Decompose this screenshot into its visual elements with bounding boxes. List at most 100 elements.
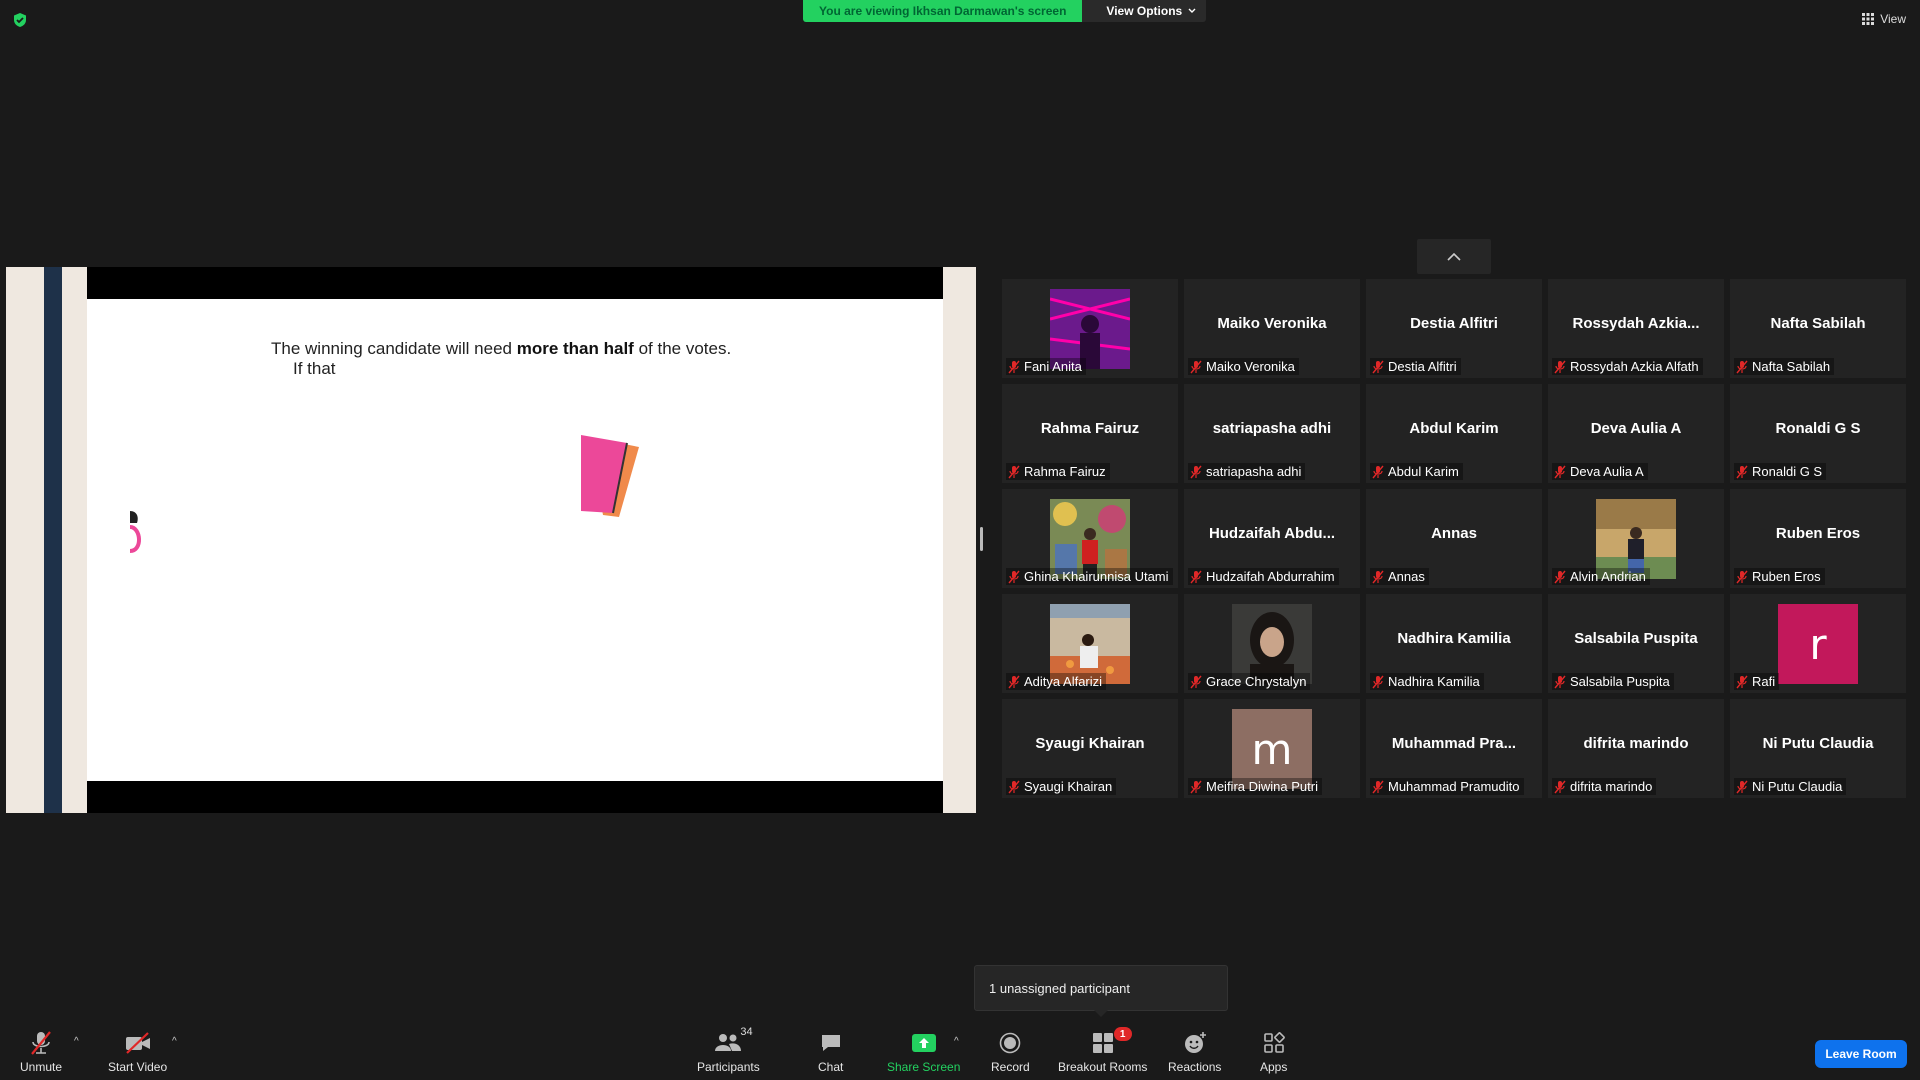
mic-muted-icon <box>1190 465 1202 478</box>
view-options-button[interactable]: View Options <box>1082 0 1207 22</box>
participant-tile[interactable]: r Rafi <box>1730 594 1906 693</box>
participant-tile[interactable]: Ruben Eros Ruben Eros <box>1730 489 1906 588</box>
participant-tile[interactable]: Fani Anita <box>1002 279 1178 378</box>
gallery-scroll-up-button[interactable] <box>1417 239 1491 274</box>
participant-display-name: Muhammad Pra... <box>1391 735 1517 752</box>
participant-tile[interactable]: Abdul Karim Abdul Karim <box>1366 384 1542 483</box>
participant-display-name: Syaugi Khairan <box>1035 735 1145 752</box>
mic-muted-icon <box>1736 570 1748 583</box>
participant-tile[interactable]: Hudzaifah Abdu... Hudzaifah Abdurrahim <box>1184 489 1360 588</box>
participant-name-tag: Salsabila Puspita <box>1552 673 1674 690</box>
participant-name: Meifira Diwina Putri <box>1206 779 1318 794</box>
participant-name: Ghina Khairunnisa Utami <box>1024 569 1169 584</box>
participant-display-name: Ni Putu Claudia <box>1762 735 1874 752</box>
chat-bubble-icon <box>821 1035 840 1051</box>
participant-name-tag: satriapasha adhi <box>1188 463 1306 480</box>
participant-tile[interactable]: Rossydah Azkia... Rossydah Azkia Alfath <box>1548 279 1724 378</box>
shared-screen[interactable]: The winning candidate will need more tha… <box>6 267 976 813</box>
apps-label: Apps <box>1260 1060 1288 1074</box>
avatar: r <box>1778 604 1858 684</box>
record-button[interactable]: Record <box>991 1030 1030 1074</box>
participant-tile[interactable]: Salsabila Puspita Salsabila Puspita <box>1548 594 1724 693</box>
participant-name-tag: Syaugi Khairan <box>1006 778 1117 795</box>
encryption-shield-icon[interactable] <box>12 12 28 28</box>
participant-name-tag: Fani Anita <box>1006 358 1086 375</box>
participant-name-tag: Ni Putu Claudia <box>1734 778 1847 795</box>
share-screen-icon <box>911 1034 936 1052</box>
audio-options-caret-icon[interactable]: ^ <box>74 1036 79 1047</box>
resize-handle[interactable] <box>980 527 983 551</box>
mic-muted-icon <box>1008 360 1020 373</box>
participant-display-name: Hudzaifah Abdu... <box>1208 525 1336 542</box>
participant-name: Ronaldi G S <box>1752 464 1823 479</box>
mic-muted-icon <box>1190 780 1202 793</box>
participant-name-tag: Annas <box>1370 568 1429 585</box>
participant-name-tag: Ronaldi G S <box>1734 463 1827 480</box>
participant-tile[interactable]: Annas Annas <box>1366 489 1542 588</box>
participant-tile[interactable]: Muhammad Pra... Muhammad Pramudito <box>1366 699 1542 798</box>
mic-muted-icon <box>1554 675 1566 688</box>
participant-display-name: Deva Aulia A <box>1590 420 1682 437</box>
unmute-button[interactable]: Unmute <box>20 1030 62 1074</box>
participant-name-tag: Nadhira Kamilia <box>1370 673 1484 690</box>
slide-side-stripe <box>44 267 62 813</box>
participant-display-name: Nadhira Kamilia <box>1397 630 1511 647</box>
participant-name-tag: Grace Chrystalyn <box>1188 673 1311 690</box>
participant-name-tag: Destia Alfitri <box>1370 358 1461 375</box>
participant-display-name: Nafta Sabilah <box>1770 315 1866 332</box>
participant-video <box>1050 604 1130 684</box>
participant-tile[interactable]: Alvin Andrian <box>1548 489 1724 588</box>
participant-tile[interactable]: Ni Putu Claudia Ni Putu Claudia <box>1730 699 1906 798</box>
video-options-caret-icon[interactable]: ^ <box>172 1036 177 1047</box>
grid-icon <box>1862 13 1875 25</box>
participant-tile[interactable]: Nadhira Kamilia Nadhira Kamilia <box>1366 594 1542 693</box>
participant-name-tag: Meifira Diwina Putri <box>1188 778 1322 795</box>
participant-tile[interactable]: Ronaldi G S Ronaldi G S <box>1730 384 1906 483</box>
participant-name: Fani Anita <box>1024 359 1082 374</box>
participant-name: Muhammad Pramudito <box>1388 779 1520 794</box>
view-button[interactable]: View <box>1862 12 1906 26</box>
participant-tile[interactable]: Deva Aulia A Deva Aulia A <box>1548 384 1724 483</box>
participant-name-tag: Deva Aulia A <box>1552 463 1648 480</box>
mic-muted-icon <box>1008 465 1020 478</box>
apps-button[interactable]: Apps <box>1260 1030 1287 1074</box>
participant-name: satriapasha adhi <box>1206 464 1302 479</box>
unmute-label: Unmute <box>20 1060 63 1074</box>
participant-tile[interactable]: Rahma Fairuz Rahma Fairuz <box>1002 384 1178 483</box>
share-screen-button[interactable]: Share Screen <box>887 1030 960 1074</box>
chat-button[interactable]: Chat <box>818 1030 843 1074</box>
chevron-up-icon <box>1447 252 1461 261</box>
participant-name: Salsabila Puspita <box>1570 674 1670 689</box>
participant-name: Grace Chrystalyn <box>1206 674 1307 689</box>
participant-tile[interactable]: Nafta Sabilah Nafta Sabilah <box>1730 279 1906 378</box>
participant-tile[interactable]: Aditya Alfarizi <box>1002 594 1178 693</box>
mic-muted-icon <box>1372 675 1384 688</box>
participant-tile[interactable]: Ghina Khairunnisa Utami <box>1002 489 1178 588</box>
participant-tile[interactable]: difrita marindo difrita marindo <box>1548 699 1724 798</box>
participant-name-tag: Abdul Karim <box>1370 463 1463 480</box>
participant-tile[interactable]: Maiko Veronika Maiko Veronika <box>1184 279 1360 378</box>
mic-muted-icon <box>1190 675 1202 688</box>
unassigned-tooltip: 1 unassigned participant <box>974 965 1228 1017</box>
participant-name: Destia Alfitri <box>1388 359 1457 374</box>
share-screen-label: Share Screen <box>887 1060 961 1074</box>
reactions-button[interactable]: Reactions <box>1168 1030 1221 1074</box>
participant-name: Alvin Andrian <box>1570 569 1646 584</box>
video-camera-off-icon <box>125 1032 150 1054</box>
participant-tile[interactable]: Syaugi Khairan Syaugi Khairan <box>1002 699 1178 798</box>
participant-tile[interactable]: m Meifira Diwina Putri <box>1184 699 1360 798</box>
breakout-rooms-button[interactable]: 1 Breakout Rooms <box>1058 1027 1147 1074</box>
record-label: Record <box>991 1060 1030 1074</box>
participant-name: Rahma Fairuz <box>1024 464 1106 479</box>
mic-muted-icon <box>1554 360 1566 373</box>
participant-tile[interactable]: Grace Chrystalyn <box>1184 594 1360 693</box>
participant-name: difrita marindo <box>1570 779 1653 794</box>
participants-button[interactable]: 34 Participants <box>697 1026 760 1074</box>
leave-room-button[interactable]: Leave Room <box>1815 1040 1907 1068</box>
share-options-caret-icon[interactable]: ^ <box>954 1036 959 1047</box>
letterbox-top <box>87 267 943 299</box>
participant-tile[interactable]: Destia Alfitri Destia Alfitri <box>1366 279 1542 378</box>
mic-muted-icon <box>1372 570 1384 583</box>
participant-tile[interactable]: satriapasha adhi satriapasha adhi <box>1184 384 1360 483</box>
start-video-button[interactable]: Start Video <box>108 1030 167 1074</box>
